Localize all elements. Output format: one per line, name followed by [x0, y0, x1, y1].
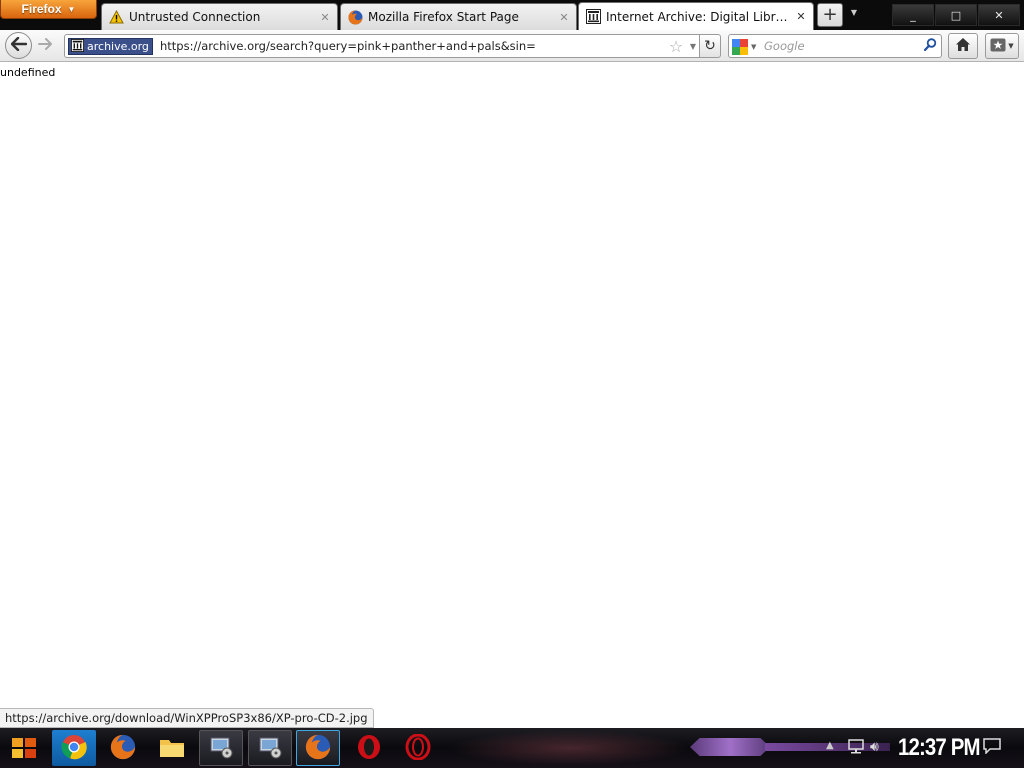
site-identity-button[interactable]: archive.org — [68, 38, 153, 55]
bookmarks-menu-button[interactable]: ▼ — [985, 33, 1019, 59]
warning-icon — [108, 9, 124, 25]
tab-untrusted-connection[interactable]: Untrusted Connection ✕ — [101, 3, 338, 30]
minimize-button[interactable]: _ — [892, 4, 934, 26]
firefox-icon — [305, 734, 331, 763]
start-icon — [9, 732, 39, 765]
taskbar-opera-1[interactable] — [347, 730, 391, 766]
page-content: undefined — [0, 63, 1024, 728]
network-drive-icon — [257, 734, 283, 763]
taskbar-network-drive-1[interactable] — [199, 730, 243, 766]
site-identity-label: archive.org — [87, 40, 149, 53]
navigation-toolbar: archive.org https://archive.org/search?q… — [0, 30, 1024, 62]
tab-label: Mozilla Firefox Start Page — [368, 10, 519, 24]
close-tab-icon[interactable]: ✕ — [558, 11, 570, 24]
tab-label: Internet Archive: Digital Library... — [606, 9, 790, 24]
taskbar-network-drive-2[interactable] — [248, 730, 292, 766]
taskbar-decoration — [450, 730, 690, 766]
network-drive-icon — [208, 734, 234, 763]
archive-icon — [71, 38, 84, 55]
chevron-down-icon: ▼ — [67, 4, 76, 14]
back-button[interactable] — [5, 32, 32, 59]
status-link-preview: https://archive.org/download/WinXPProSP3… — [0, 708, 374, 728]
opera-icon — [356, 734, 382, 763]
url-text[interactable]: https://archive.org/search?query=pink+pa… — [160, 39, 536, 53]
firefox-menu-label: Firefox — [21, 2, 62, 16]
arrow-left-icon — [10, 36, 27, 55]
taskbar-decoration — [690, 738, 770, 756]
close-tab-icon[interactable]: ✕ — [319, 11, 331, 24]
home-icon — [955, 37, 971, 55]
new-tab-button[interactable]: + — [817, 3, 843, 27]
forward-button[interactable] — [34, 37, 56, 55]
search-bar[interactable]: ▼ — [728, 34, 942, 58]
firefox-icon — [347, 9, 363, 25]
search-engine-selector[interactable]: ▼ — [732, 38, 760, 56]
close-tab-icon[interactable]: ✕ — [795, 10, 807, 23]
home-button[interactable] — [948, 33, 978, 59]
taskbar-chrome[interactable] — [52, 730, 96, 766]
start-button[interactable] — [2, 730, 46, 766]
google-icon — [732, 39, 748, 55]
chevron-down-icon: ▼ — [1008, 42, 1014, 50]
arrow-right-icon — [38, 38, 52, 54]
notification-icon[interactable] — [983, 738, 1001, 756]
opera-icon — [405, 733, 431, 763]
close-window-button[interactable]: ✕ — [978, 4, 1020, 26]
title-bar: Firefox ▼ Untrusted Connection ✕ Mozilla… — [0, 0, 1024, 30]
url-bar[interactable]: archive.org https://archive.org/search?q… — [64, 34, 720, 58]
list-all-tabs-icon[interactable]: ▼ — [848, 8, 860, 20]
tab-firefox-start-page[interactable]: Mozilla Firefox Start Page ✕ — [340, 3, 577, 30]
folder-icon — [159, 736, 185, 761]
chevron-down-icon: ▼ — [751, 43, 757, 51]
firefox-menu-button[interactable]: Firefox ▼ — [0, 0, 97, 19]
taskbar-clock[interactable]: 12:37 PM — [898, 734, 981, 762]
firefox-icon — [110, 734, 136, 763]
tab-label: Untrusted Connection — [129, 10, 261, 24]
url-history-dropdown-icon[interactable]: ▼ — [687, 38, 699, 56]
volume-icon[interactable]: 🔊︎ — [870, 739, 890, 755]
taskbar-firefox-pinned[interactable] — [101, 730, 145, 766]
maximize-button[interactable]: □ — [935, 4, 977, 26]
reload-icon: ↻ — [704, 38, 716, 54]
taskbar-explorer[interactable] — [150, 730, 194, 766]
reload-button[interactable]: ↻ — [699, 34, 721, 58]
bookmark-star-icon[interactable]: ☆ — [667, 38, 685, 56]
taskbar-firefox-window[interactable] — [296, 730, 340, 766]
show-hidden-icons-icon[interactable]: ▲ — [826, 740, 834, 751]
bookmarks-star-icon — [990, 38, 1006, 55]
search-icon[interactable] — [921, 38, 939, 56]
tab-internet-archive[interactable]: Internet Archive: Digital Library... ✕ — [578, 2, 814, 30]
chrome-icon — [61, 734, 87, 763]
page-body-text: undefined — [0, 66, 56, 79]
taskbar-opera-2[interactable] — [396, 730, 440, 766]
search-input[interactable] — [764, 37, 914, 55]
taskbar: ▲ 🔊︎ 12:37 PM — [0, 728, 1024, 768]
archive-icon — [585, 9, 601, 25]
network-icon[interactable] — [847, 739, 865, 755]
